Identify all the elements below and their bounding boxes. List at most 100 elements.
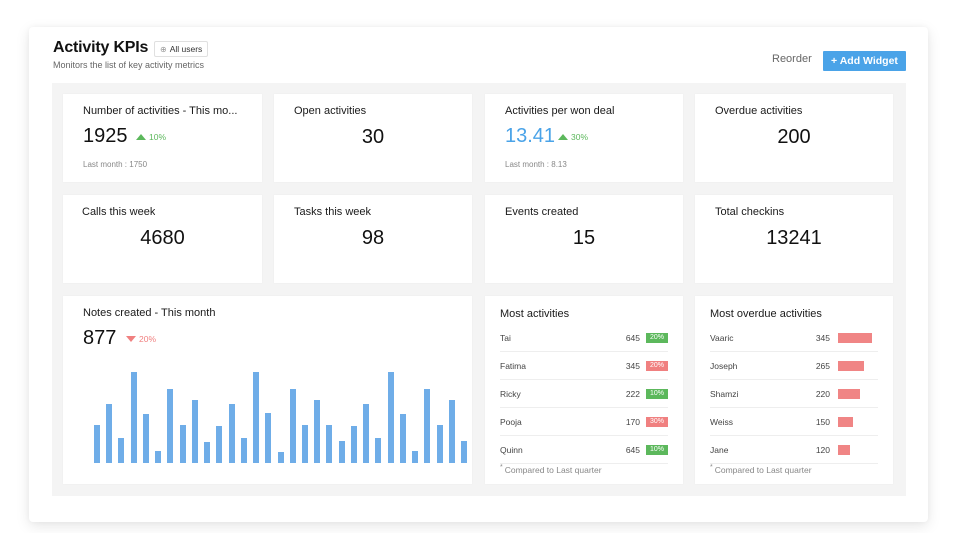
most-activities-title: Most activities <box>500 308 570 320</box>
kpi-card-activities-per-won-deal[interactable]: Activities per won deal 13.41 30% Last m… <box>485 94 683 182</box>
trend-up-icon <box>136 134 146 140</box>
kpi-value: 15 <box>572 227 596 249</box>
kpi-card-calls-this-week[interactable]: Calls this week 4680 <box>63 195 262 283</box>
item-value: 265 <box>815 360 830 371</box>
notes-created-card[interactable]: Notes created - This month 877 20% <box>63 296 472 484</box>
chart-bar[interactable] <box>240 437 247 463</box>
chart-bar[interactable] <box>301 424 308 463</box>
item-name: Pooja <box>500 416 522 427</box>
chart-bar[interactable] <box>399 413 406 463</box>
chart-bar[interactable] <box>179 424 186 463</box>
chart-bar[interactable] <box>94 424 100 463</box>
kpi-title: Open activities <box>294 105 367 117</box>
kpi-title: Overdue activities <box>715 105 803 117</box>
chart-bar[interactable] <box>191 400 198 463</box>
trend-down-icon <box>126 336 136 342</box>
chart-bar[interactable] <box>155 451 162 463</box>
chart-bar[interactable] <box>387 372 394 463</box>
list-item[interactable]: Jane 120 <box>710 436 878 464</box>
kpi-title: Activities per won deal <box>505 105 615 117</box>
reorder-link[interactable]: Reorder <box>772 53 812 65</box>
list-item[interactable]: Fatima 345 20% <box>500 352 668 380</box>
chart-bar[interactable] <box>265 412 272 463</box>
chart-bar[interactable] <box>277 452 284 463</box>
kpi-value: 98 <box>361 227 385 249</box>
overdue-bar <box>838 332 872 343</box>
chart-bar[interactable] <box>448 400 455 463</box>
chart-bar[interactable] <box>314 400 321 463</box>
chart-bar[interactable] <box>228 403 235 463</box>
list-item[interactable]: Vaaric 345 <box>710 324 878 352</box>
scope-label: All users <box>169 44 203 54</box>
footnote-text: Compared to Last quarter <box>714 464 812 475</box>
item-name: Joseph <box>710 360 738 371</box>
item-value: 645 <box>625 444 640 455</box>
add-widget-button[interactable]: + Add Widget <box>823 51 906 71</box>
chart-bar[interactable] <box>142 413 149 463</box>
item-value: 220 <box>815 388 830 399</box>
dashboard-container: Activity KPIs ⊕ All users Monitors the l… <box>29 27 928 522</box>
item-name: Ricky <box>500 388 521 399</box>
overdue-bar <box>838 416 853 427</box>
list-item[interactable]: Quinn 645 10% <box>500 436 668 464</box>
globe-icon: ⊕ <box>160 44 167 54</box>
chart-bar[interactable] <box>375 437 382 463</box>
kpi-card-total-checkins[interactable]: Total checkins 13241 <box>695 195 893 283</box>
kpi-card-open-activities[interactable]: Open activities 30 <box>274 94 472 182</box>
chart-bar[interactable] <box>363 403 370 463</box>
overdue-bar-track <box>838 388 878 399</box>
item-value: 170 <box>625 416 640 427</box>
kpi-value: 30 <box>361 126 385 148</box>
kpi-value: 1925 <box>83 125 128 147</box>
list-item[interactable]: Pooja 170 30% <box>500 408 668 436</box>
list-item[interactable]: Weiss 150 <box>710 408 878 436</box>
chart-bar[interactable] <box>130 372 137 463</box>
scope-selector[interactable]: ⊕ All users <box>154 41 209 57</box>
list-item[interactable]: Ricky 222 10% <box>500 380 668 408</box>
page-subtitle: Monitors the list of key activity metric… <box>53 60 205 70</box>
overdue-bar-track <box>838 416 878 427</box>
chart-bar[interactable] <box>436 424 443 463</box>
list-item[interactable]: Shamzi 220 <box>710 380 878 408</box>
chart-bar[interactable] <box>412 451 419 463</box>
kpi-change: 30% <box>571 132 589 142</box>
item-value: 345 <box>815 332 830 343</box>
chart-bar[interactable] <box>461 441 467 463</box>
kpi-card-overdue-activities[interactable]: Overdue activities 200 <box>695 94 893 182</box>
list-item[interactable]: Joseph 265 <box>710 352 878 380</box>
kpi-card-tasks-this-week[interactable]: Tasks this week 98 <box>274 195 472 283</box>
most-activities-card[interactable]: Most activities Tai 645 20% Fatima 345 20% Ric… <box>485 296 683 484</box>
notes-trend: 20% <box>126 334 156 344</box>
chart-bar[interactable] <box>118 437 125 463</box>
kpi-value: 13.41 <box>505 125 556 147</box>
overdue-bar <box>838 360 865 371</box>
kpi-value: 13241 <box>766 227 822 249</box>
overdue-bar-track <box>838 444 878 455</box>
most-overdue-list: Vaaric 345 Joseph 265 Shamzi 220 Weiss 150 Jane 1… <box>710 324 878 464</box>
notes-value: 877 <box>83 327 117 349</box>
chart-bar[interactable] <box>216 425 223 463</box>
most-overdue-card[interactable]: Most overdue activities Vaaric 345 Joseph 2… <box>695 296 893 484</box>
most-activities-list: Tai 645 20% Fatima 345 20% Ricky 222 10% Pooja 170… <box>500 324 668 464</box>
kpi-last-month: Last month : 1750 <box>83 160 148 169</box>
chart-bar[interactable] <box>106 403 113 463</box>
chart-bar[interactable] <box>424 389 431 463</box>
kpi-card-number-of-activities[interactable]: Number of activities - This mo... 1925 1… <box>63 94 262 182</box>
chart-bar[interactable] <box>167 389 174 463</box>
chart-bar[interactable] <box>253 372 260 463</box>
item-name: Vaaric <box>710 332 734 343</box>
notes-change: 20% <box>139 334 157 344</box>
kpi-title: Total checkins <box>715 206 785 218</box>
kpi-card-events-created[interactable]: Events created 15 <box>485 195 683 283</box>
chart-bar[interactable] <box>204 442 211 463</box>
kpi-title: Calls this week <box>82 206 156 218</box>
change-badge: 20% <box>646 332 668 343</box>
item-name: Jane <box>710 444 729 455</box>
chart-bar[interactable] <box>326 424 333 463</box>
list-item[interactable]: Tai 645 20% <box>500 324 668 352</box>
chart-bar[interactable] <box>350 425 357 463</box>
chart-bar[interactable] <box>289 389 296 463</box>
chart-bar[interactable] <box>338 441 345 463</box>
overdue-bar <box>838 444 850 455</box>
widgets-panel: Number of activities - This mo... 1925 1… <box>52 83 906 496</box>
